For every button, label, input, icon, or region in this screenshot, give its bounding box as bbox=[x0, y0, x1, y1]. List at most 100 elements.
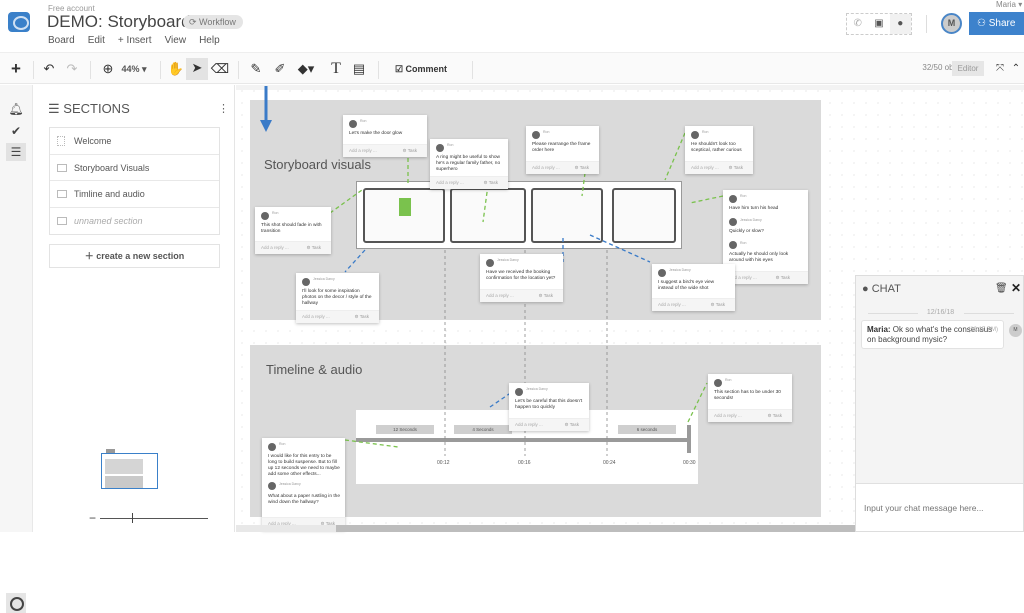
comment-text: Let's make the door glow bbox=[349, 131, 403, 136]
comment-card[interactable]: Ron He shouldn't look too sceptical, rath… bbox=[685, 126, 753, 174]
chat-title: CHAT bbox=[871, 283, 901, 295]
task-button[interactable]: ⚙ Task bbox=[403, 145, 417, 157]
reply-input[interactable]: Add a reply ... bbox=[723, 271, 808, 284]
connector bbox=[581, 172, 586, 197]
comment-card[interactable]: Jessica Darcy I'll look for some inspirat… bbox=[296, 273, 379, 323]
comment-card[interactable]: Ron This section has to be under 30 secon… bbox=[708, 374, 792, 422]
close-icon[interactable]: ✕ bbox=[1011, 281, 1021, 295]
comment-author: Ron bbox=[279, 442, 286, 446]
comment-text: What about a paper rustling in the wind … bbox=[268, 494, 340, 505]
comment-thread-card[interactable]: Ron Have him turn his head Jessica Darcy Q… bbox=[723, 190, 808, 284]
trash-icon[interactable]: 🗑︎ bbox=[995, 283, 1008, 294]
commenter-avatar bbox=[261, 212, 269, 220]
task-label: Task bbox=[772, 413, 782, 418]
comment-card[interactable]: Jessica Darcy Let's be careful that this … bbox=[509, 383, 589, 431]
comment-card[interactable]: Ron This shot should fade in with transit… bbox=[255, 207, 331, 254]
commenter-avatar bbox=[658, 269, 666, 277]
task-label: Task bbox=[569, 422, 579, 427]
comment-author: Ron bbox=[740, 194, 747, 198]
task-button[interactable]: ⚙ Task bbox=[711, 299, 725, 311]
divider bbox=[964, 313, 1014, 314]
commenter-avatar bbox=[436, 144, 444, 152]
task-label: Task bbox=[407, 148, 417, 153]
comment-text: I'll look for some inspiration photos on… bbox=[302, 289, 372, 306]
comment-text: I would like for this entry to be long t… bbox=[268, 454, 340, 477]
comment-author: Ron bbox=[447, 143, 454, 147]
chat-input[interactable] bbox=[856, 483, 1023, 531]
commenter-avatar bbox=[714, 379, 722, 387]
commenter-avatar bbox=[486, 259, 494, 267]
commenter-avatar bbox=[532, 131, 540, 139]
comment-author: Jessica Darcy bbox=[740, 218, 762, 222]
comment-text: Have him turn his head bbox=[729, 206, 779, 211]
commenter-avatar bbox=[268, 482, 276, 490]
task-button[interactable]: ⚙ Task bbox=[355, 311, 369, 323]
comment-author: Jessica Darcy bbox=[497, 258, 519, 262]
commenter-avatar bbox=[691, 131, 699, 139]
connector bbox=[689, 195, 724, 204]
connector bbox=[482, 184, 489, 223]
comment-author: Ron bbox=[543, 130, 550, 134]
commenter-avatar bbox=[515, 388, 523, 396]
comment-thread-card[interactable]: Ron I would like for this entry to be lon… bbox=[262, 438, 345, 530]
comment-author: Ron bbox=[702, 130, 709, 134]
comment-text: Actually he should only look around with… bbox=[729, 252, 789, 263]
task-button[interactable]: ⚙ Task bbox=[729, 162, 743, 174]
comment-card[interactable]: Ron Please rearrange the frame order here… bbox=[526, 126, 599, 174]
comment-card[interactable]: Ron A ring might be useful to show he's a… bbox=[430, 139, 508, 189]
chat-panel: ● CHAT 🗑︎ ✕ 12/16/18 Maria: Ok so what's… bbox=[855, 275, 1024, 532]
commenter-avatar bbox=[729, 218, 737, 226]
comment-author: Ron bbox=[272, 211, 279, 215]
comment-text: He shouldn't look too sceptical, rather … bbox=[691, 142, 742, 153]
comment-text: Have we received the booking confirmatio… bbox=[486, 270, 556, 281]
task-label: Task bbox=[311, 245, 321, 250]
task-button[interactable]: ⚙ Task bbox=[776, 272, 790, 284]
comment-card[interactable]: Ron Let's make the door glow Add a reply .… bbox=[343, 115, 427, 157]
comment-text: Please rearrange the frame order here bbox=[532, 142, 591, 153]
task-button[interactable]: ⚙ Task bbox=[768, 410, 782, 422]
comment-author: Jessica Darcy bbox=[669, 268, 691, 272]
comment-author: Jessica Darcy bbox=[313, 277, 335, 281]
task-label: Task bbox=[715, 302, 725, 307]
task-button[interactable]: ⚙ Task bbox=[539, 290, 553, 302]
comment-card[interactable]: Jessica Darcy I suggest a bird's eye view… bbox=[652, 264, 735, 311]
comment-text: A ring might be useful to show he's a re… bbox=[436, 155, 501, 172]
task-label: Task bbox=[488, 180, 498, 185]
task-label: Task bbox=[579, 165, 589, 170]
chat-header: ● CHAT bbox=[862, 283, 901, 295]
comment-text: I suggest a bird's eye view instead of t… bbox=[658, 280, 715, 291]
scroll-hint-arrowhead bbox=[260, 120, 272, 132]
task-label: Task bbox=[780, 275, 790, 280]
navigator-compass-icon[interactable] bbox=[6, 593, 26, 613]
comment-card[interactable]: Jessica Darcy Have we received the bookin… bbox=[480, 254, 563, 302]
comment-author: Ron bbox=[740, 241, 747, 245]
commenter-avatar bbox=[729, 241, 737, 249]
comment-author: Jessica Darcy bbox=[279, 482, 301, 486]
comment-text: Let's be careful that this doesn't happe… bbox=[515, 399, 583, 410]
connector bbox=[329, 189, 363, 214]
comment-author: Ron bbox=[360, 119, 367, 123]
commenter-avatar bbox=[349, 120, 357, 128]
comment-text: Quickly or slow? bbox=[729, 229, 764, 234]
task-button[interactable]: ⚙ Task bbox=[565, 419, 579, 431]
horizontal-scrollbar-track[interactable] bbox=[236, 525, 336, 532]
chat-message: Maria: Ok so what's the consensus on bac… bbox=[861, 320, 1004, 349]
connector bbox=[344, 439, 399, 448]
comment-author: Ron bbox=[725, 378, 732, 382]
commenter-avatar bbox=[729, 195, 737, 203]
connector bbox=[589, 234, 651, 263]
task-label: Task bbox=[359, 314, 369, 319]
connector bbox=[687, 382, 708, 423]
task-label: Task bbox=[543, 293, 553, 298]
chat-message-author: Maria: bbox=[867, 325, 891, 334]
chat-avatar: M bbox=[1009, 324, 1022, 337]
comment-author: Jessica Darcy bbox=[526, 387, 548, 391]
task-button[interactable]: ⚙ Task bbox=[484, 177, 498, 189]
commenter-avatar bbox=[268, 443, 276, 451]
chat-message-time: (10:17 PM) bbox=[968, 327, 998, 333]
task-button[interactable]: ⚙ Task bbox=[575, 162, 589, 174]
task-button[interactable]: ⚙ Task bbox=[307, 242, 321, 254]
comment-text: This section has to be under 30 seconds! bbox=[714, 390, 781, 401]
task-label: Task bbox=[733, 165, 743, 170]
commenter-avatar bbox=[302, 278, 310, 286]
